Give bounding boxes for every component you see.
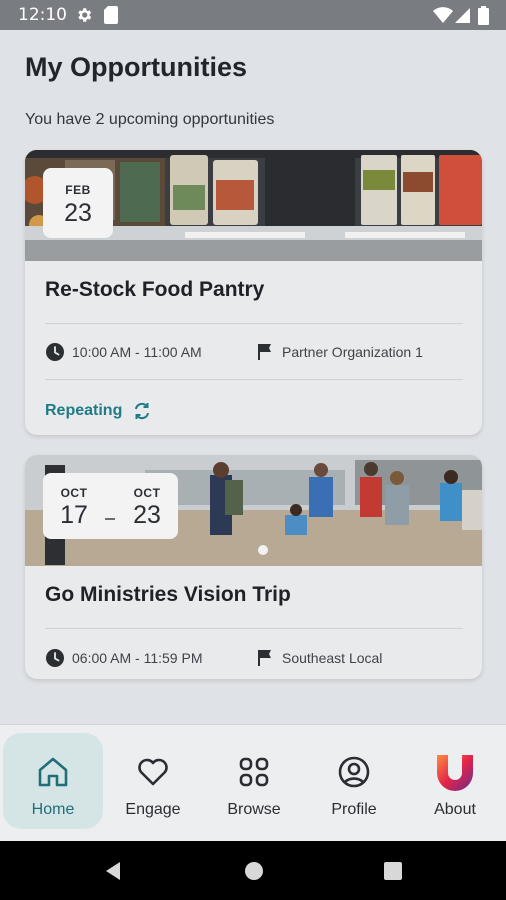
page-title: My Opportunities <box>25 52 247 82</box>
nav-profile[interactable]: Profile <box>304 733 404 829</box>
start-day: 17 <box>60 501 88 529</box>
opportunity-time: 10:00 AM - 11:00 AM <box>45 342 202 362</box>
divider <box>45 379 463 380</box>
flag-icon <box>258 650 271 666</box>
repeating-label: Repeating <box>45 402 123 419</box>
nav-engage-label: Engage <box>125 801 181 818</box>
clock-icon <box>46 343 64 361</box>
back-icon[interactable] <box>104 861 122 881</box>
end-day: 23 <box>133 501 161 529</box>
nav-home[interactable]: Home <box>3 733 103 829</box>
settings-gear-icon <box>78 8 92 22</box>
status-time: 12:10 <box>18 5 67 25</box>
nav-profile-label: Profile <box>331 801 377 818</box>
opportunity-card[interactable]: OCT 17 OCT 23 Go Ministries Vision Trip … <box>25 455 482 679</box>
repeat-icon <box>135 402 150 420</box>
date-range-badge: OCT 17 OCT 23 <box>43 473 178 539</box>
organization-text: Partner Organization 1 <box>282 344 423 360</box>
date-badge: FEB 23 <box>43 168 113 238</box>
recents-square-icon[interactable] <box>384 862 402 880</box>
nav-home-label: Home <box>31 801 75 818</box>
nav-browse-label: Browse <box>227 801 281 818</box>
opportunity-time: 06:00 AM - 11:59 PM <box>45 648 202 668</box>
date-month: FEB <box>65 183 91 197</box>
heart-icon <box>138 758 168 786</box>
upcoming-count-text: You have 2 upcoming opportunities <box>25 111 275 128</box>
time-range-text: 06:00 AM - 11:59 PM <box>72 650 203 666</box>
cell-signal-icon <box>455 8 470 23</box>
opportunity-card[interactable]: FEB 23 Re-Stock Food Pantry 10:00 AM - 1… <box>25 150 482 435</box>
app-logo-icon <box>437 755 473 791</box>
opportunity-title: Go Ministries Vision Trip <box>45 583 291 606</box>
date-day: 23 <box>64 199 92 227</box>
profile-icon <box>338 756 370 788</box>
time-range-text: 10:00 AM - 11:00 AM <box>72 344 202 360</box>
divider <box>45 628 463 629</box>
battery-icon <box>478 6 489 25</box>
nav-browse[interactable]: Browse <box>204 733 304 829</box>
organization-text: Southeast Local <box>282 650 383 666</box>
home-icon <box>38 757 68 787</box>
opportunity-organization: Southeast Local <box>255 648 382 668</box>
home-circle-icon[interactable] <box>244 861 264 881</box>
status-bar: 12:10 <box>0 0 506 30</box>
nav-about-label: About <box>434 801 476 818</box>
sd-card-icon <box>104 6 118 24</box>
bottom-navigation: Home Engage Browse Profile About <box>0 724 506 841</box>
repeating-indicator: Repeating <box>45 401 152 421</box>
grid-icon <box>239 757 269 787</box>
opportunity-organization: Partner Organization 1 <box>255 342 423 362</box>
end-month: OCT <box>133 486 161 500</box>
nav-engage[interactable]: Engage <box>103 733 203 829</box>
wifi-icon <box>433 7 453 23</box>
opportunity-title: Re-Stock Food Pantry <box>45 278 265 301</box>
divider <box>45 323 463 324</box>
system-navigation-bar <box>0 841 506 900</box>
date-range-dash <box>105 518 115 520</box>
clock-icon <box>46 649 64 667</box>
flag-icon <box>258 344 271 360</box>
start-month: OCT <box>60 486 88 500</box>
nav-about[interactable]: About <box>405 733 505 829</box>
